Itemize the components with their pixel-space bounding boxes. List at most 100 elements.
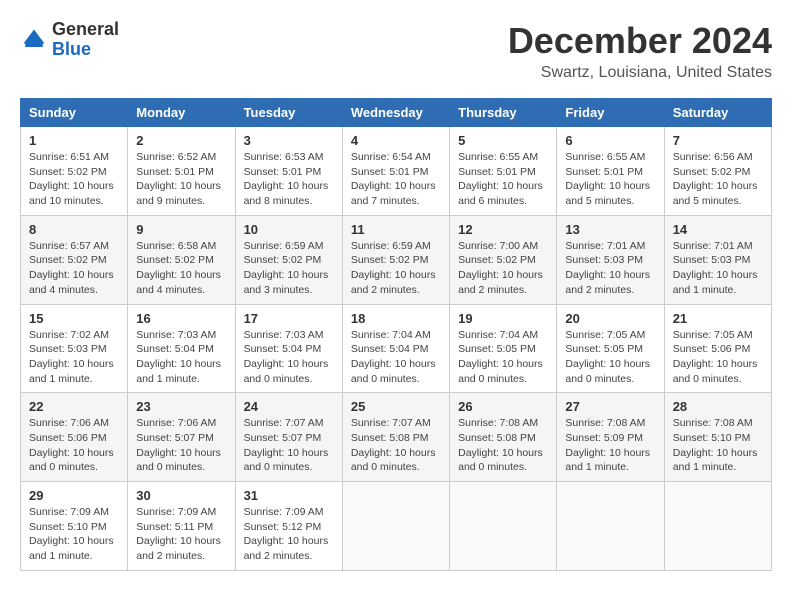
day-number: 15: [29, 311, 119, 326]
day-number: 6: [565, 133, 655, 148]
day-info: Sunrise: 7:05 AM Sunset: 5:05 PM Dayligh…: [565, 328, 655, 387]
day-number: 26: [458, 399, 548, 414]
logo-general: General: [52, 20, 119, 40]
header-day: Sunday: [21, 99, 128, 127]
calendar-week-row: 22Sunrise: 7:06 AM Sunset: 5:06 PM Dayli…: [21, 393, 772, 482]
calendar-cell: 29 Sunrise: 7:09 AM Sunset: 5:10 PM Dayli…: [21, 482, 128, 571]
day-info: Sunrise: 6:55 AM Sunset: 5:01 PM Dayligh…: [565, 150, 655, 209]
calendar-cell: 10 Sunrise: 6:59 AM Sunset: 5:02 PM Dayli…: [235, 215, 342, 304]
day-info: Sunrise: 7:05 AM Sunset: 5:06 PM Dayligh…: [673, 328, 763, 387]
calendar-week-row: 15 Sunrise: 7:02 AM Sunset: 5:03 PM Dayli…: [21, 304, 772, 393]
day-info: Sunrise: 7:03 AM Sunset: 5:04 PM Dayligh…: [136, 328, 226, 387]
calendar-cell: 16 Sunrise: 7:03 AM Sunset: 5:04 PM Dayli…: [128, 304, 235, 393]
day-number: 27: [565, 399, 655, 414]
header-day: Tuesday: [235, 99, 342, 127]
header: General Blue December 2024 Swartz, Louis…: [20, 20, 772, 82]
calendar-week-row: 1Sunrise: 6:51 AM Sunset: 5:02 PM Daylig…: [21, 127, 772, 216]
calendar-cell: 24Sunrise: 7:07 AM Sunset: 5:07 PM Dayli…: [235, 393, 342, 482]
month-title: December 2024: [508, 20, 772, 62]
calendar-cell: 27 Sunrise: 7:08 AM Sunset: 5:09 PM Dayli…: [557, 393, 664, 482]
calendar-cell: 17 Sunrise: 7:03 AM Sunset: 5:04 PM Dayli…: [235, 304, 342, 393]
day-number: 16: [136, 311, 226, 326]
day-info: Sunrise: 7:08 AM Sunset: 5:10 PM Dayligh…: [673, 416, 763, 475]
day-number: 5: [458, 133, 548, 148]
header-row: SundayMondayTuesdayWednesdayThursdayFrid…: [21, 99, 772, 127]
day-info: Sunrise: 6:54 AM Sunset: 5:01 PM Dayligh…: [351, 150, 441, 209]
day-number: 19: [458, 311, 548, 326]
day-number: 18: [351, 311, 441, 326]
day-number: 23: [136, 399, 226, 414]
day-number: 30: [136, 488, 226, 503]
calendar-cell: 12Sunrise: 7:00 AM Sunset: 5:02 PM Dayli…: [450, 215, 557, 304]
calendar-cell: 7Sunrise: 6:56 AM Sunset: 5:02 PM Daylig…: [664, 127, 771, 216]
calendar-cell: 8 Sunrise: 6:57 AM Sunset: 5:02 PM Daylig…: [21, 215, 128, 304]
day-number: 17: [244, 311, 334, 326]
header-day: Wednesday: [342, 99, 449, 127]
calendar-cell: 1Sunrise: 6:51 AM Sunset: 5:02 PM Daylig…: [21, 127, 128, 216]
calendar-cell: [557, 482, 664, 571]
calendar-cell: 22Sunrise: 7:06 AM Sunset: 5:06 PM Dayli…: [21, 393, 128, 482]
day-number: 24: [244, 399, 334, 414]
location: Swartz, Louisiana, United States: [508, 64, 772, 82]
day-number: 8: [29, 222, 119, 237]
calendar-cell: 9 Sunrise: 6:58 AM Sunset: 5:02 PM Daylig…: [128, 215, 235, 304]
day-info: Sunrise: 7:08 AM Sunset: 5:09 PM Dayligh…: [565, 416, 655, 475]
logo-blue: Blue: [52, 40, 119, 60]
day-info: Sunrise: 6:55 AM Sunset: 5:01 PM Dayligh…: [458, 150, 548, 209]
title-area: December 2024 Swartz, Louisiana, United …: [508, 20, 772, 82]
day-info: Sunrise: 6:52 AM Sunset: 5:01 PM Dayligh…: [136, 150, 226, 209]
day-info: Sunrise: 6:59 AM Sunset: 5:02 PM Dayligh…: [351, 239, 441, 298]
day-number: 20: [565, 311, 655, 326]
day-number: 3: [244, 133, 334, 148]
calendar-cell: 13Sunrise: 7:01 AM Sunset: 5:03 PM Dayli…: [557, 215, 664, 304]
day-info: Sunrise: 7:00 AM Sunset: 5:02 PM Dayligh…: [458, 239, 548, 298]
calendar-cell: 21 Sunrise: 7:05 AM Sunset: 5:06 PM Dayli…: [664, 304, 771, 393]
day-number: 2: [136, 133, 226, 148]
calendar-table: SundayMondayTuesdayWednesdayThursdayFrid…: [20, 98, 772, 571]
day-number: 31: [244, 488, 334, 503]
calendar-cell: 28 Sunrise: 7:08 AM Sunset: 5:10 PM Dayli…: [664, 393, 771, 482]
day-number: 28: [673, 399, 763, 414]
day-info: Sunrise: 6:59 AM Sunset: 5:02 PM Dayligh…: [244, 239, 334, 298]
day-number: 21: [673, 311, 763, 326]
calendar-cell: 5 Sunrise: 6:55 AM Sunset: 5:01 PM Daylig…: [450, 127, 557, 216]
logo-text: General Blue: [52, 20, 119, 60]
calendar-cell: [342, 482, 449, 571]
header-day: Thursday: [450, 99, 557, 127]
day-number: 9: [136, 222, 226, 237]
day-info: Sunrise: 6:51 AM Sunset: 5:02 PM Dayligh…: [29, 150, 119, 209]
day-info: Sunrise: 7:08 AM Sunset: 5:08 PM Dayligh…: [458, 416, 548, 475]
day-info: Sunrise: 7:06 AM Sunset: 5:06 PM Dayligh…: [29, 416, 119, 475]
header-day: Monday: [128, 99, 235, 127]
calendar-cell: 25Sunrise: 7:07 AM Sunset: 5:08 PM Dayli…: [342, 393, 449, 482]
day-info: Sunrise: 6:57 AM Sunset: 5:02 PM Dayligh…: [29, 239, 119, 298]
day-info: Sunrise: 7:01 AM Sunset: 5:03 PM Dayligh…: [673, 239, 763, 298]
day-number: 10: [244, 222, 334, 237]
calendar-cell: 15 Sunrise: 7:02 AM Sunset: 5:03 PM Dayli…: [21, 304, 128, 393]
day-info: Sunrise: 7:07 AM Sunset: 5:08 PM Dayligh…: [351, 416, 441, 475]
calendar-cell: 30Sunrise: 7:09 AM Sunset: 5:11 PM Dayli…: [128, 482, 235, 571]
calendar-cell: 3 Sunrise: 6:53 AM Sunset: 5:01 PM Daylig…: [235, 127, 342, 216]
calendar-cell: 19 Sunrise: 7:04 AM Sunset: 5:05 PM Dayli…: [450, 304, 557, 393]
calendar-body: 1Sunrise: 6:51 AM Sunset: 5:02 PM Daylig…: [21, 127, 772, 571]
day-info: Sunrise: 6:58 AM Sunset: 5:02 PM Dayligh…: [136, 239, 226, 298]
header-day: Friday: [557, 99, 664, 127]
calendar-week-row: 8 Sunrise: 6:57 AM Sunset: 5:02 PM Daylig…: [21, 215, 772, 304]
day-info: Sunrise: 7:09 AM Sunset: 5:12 PM Dayligh…: [244, 505, 334, 564]
day-info: Sunrise: 6:53 AM Sunset: 5:01 PM Dayligh…: [244, 150, 334, 209]
calendar-header: SundayMondayTuesdayWednesdayThursdayFrid…: [21, 99, 772, 127]
day-info: Sunrise: 7:09 AM Sunset: 5:10 PM Dayligh…: [29, 505, 119, 564]
day-info: Sunrise: 7:04 AM Sunset: 5:05 PM Dayligh…: [458, 328, 548, 387]
calendar-cell: 6 Sunrise: 6:55 AM Sunset: 5:01 PM Daylig…: [557, 127, 664, 216]
calendar-cell: 14Sunrise: 7:01 AM Sunset: 5:03 PM Dayli…: [664, 215, 771, 304]
day-info: Sunrise: 7:03 AM Sunset: 5:04 PM Dayligh…: [244, 328, 334, 387]
calendar-week-row: 29 Sunrise: 7:09 AM Sunset: 5:10 PM Dayli…: [21, 482, 772, 571]
logo: General Blue: [20, 20, 119, 60]
calendar-cell: 2 Sunrise: 6:52 AM Sunset: 5:01 PM Daylig…: [128, 127, 235, 216]
day-info: Sunrise: 7:01 AM Sunset: 5:03 PM Dayligh…: [565, 239, 655, 298]
day-info: Sunrise: 7:02 AM Sunset: 5:03 PM Dayligh…: [29, 328, 119, 387]
day-number: 11: [351, 222, 441, 237]
day-number: 29: [29, 488, 119, 503]
day-info: Sunrise: 7:04 AM Sunset: 5:04 PM Dayligh…: [351, 328, 441, 387]
calendar-cell: 18 Sunrise: 7:04 AM Sunset: 5:04 PM Dayli…: [342, 304, 449, 393]
